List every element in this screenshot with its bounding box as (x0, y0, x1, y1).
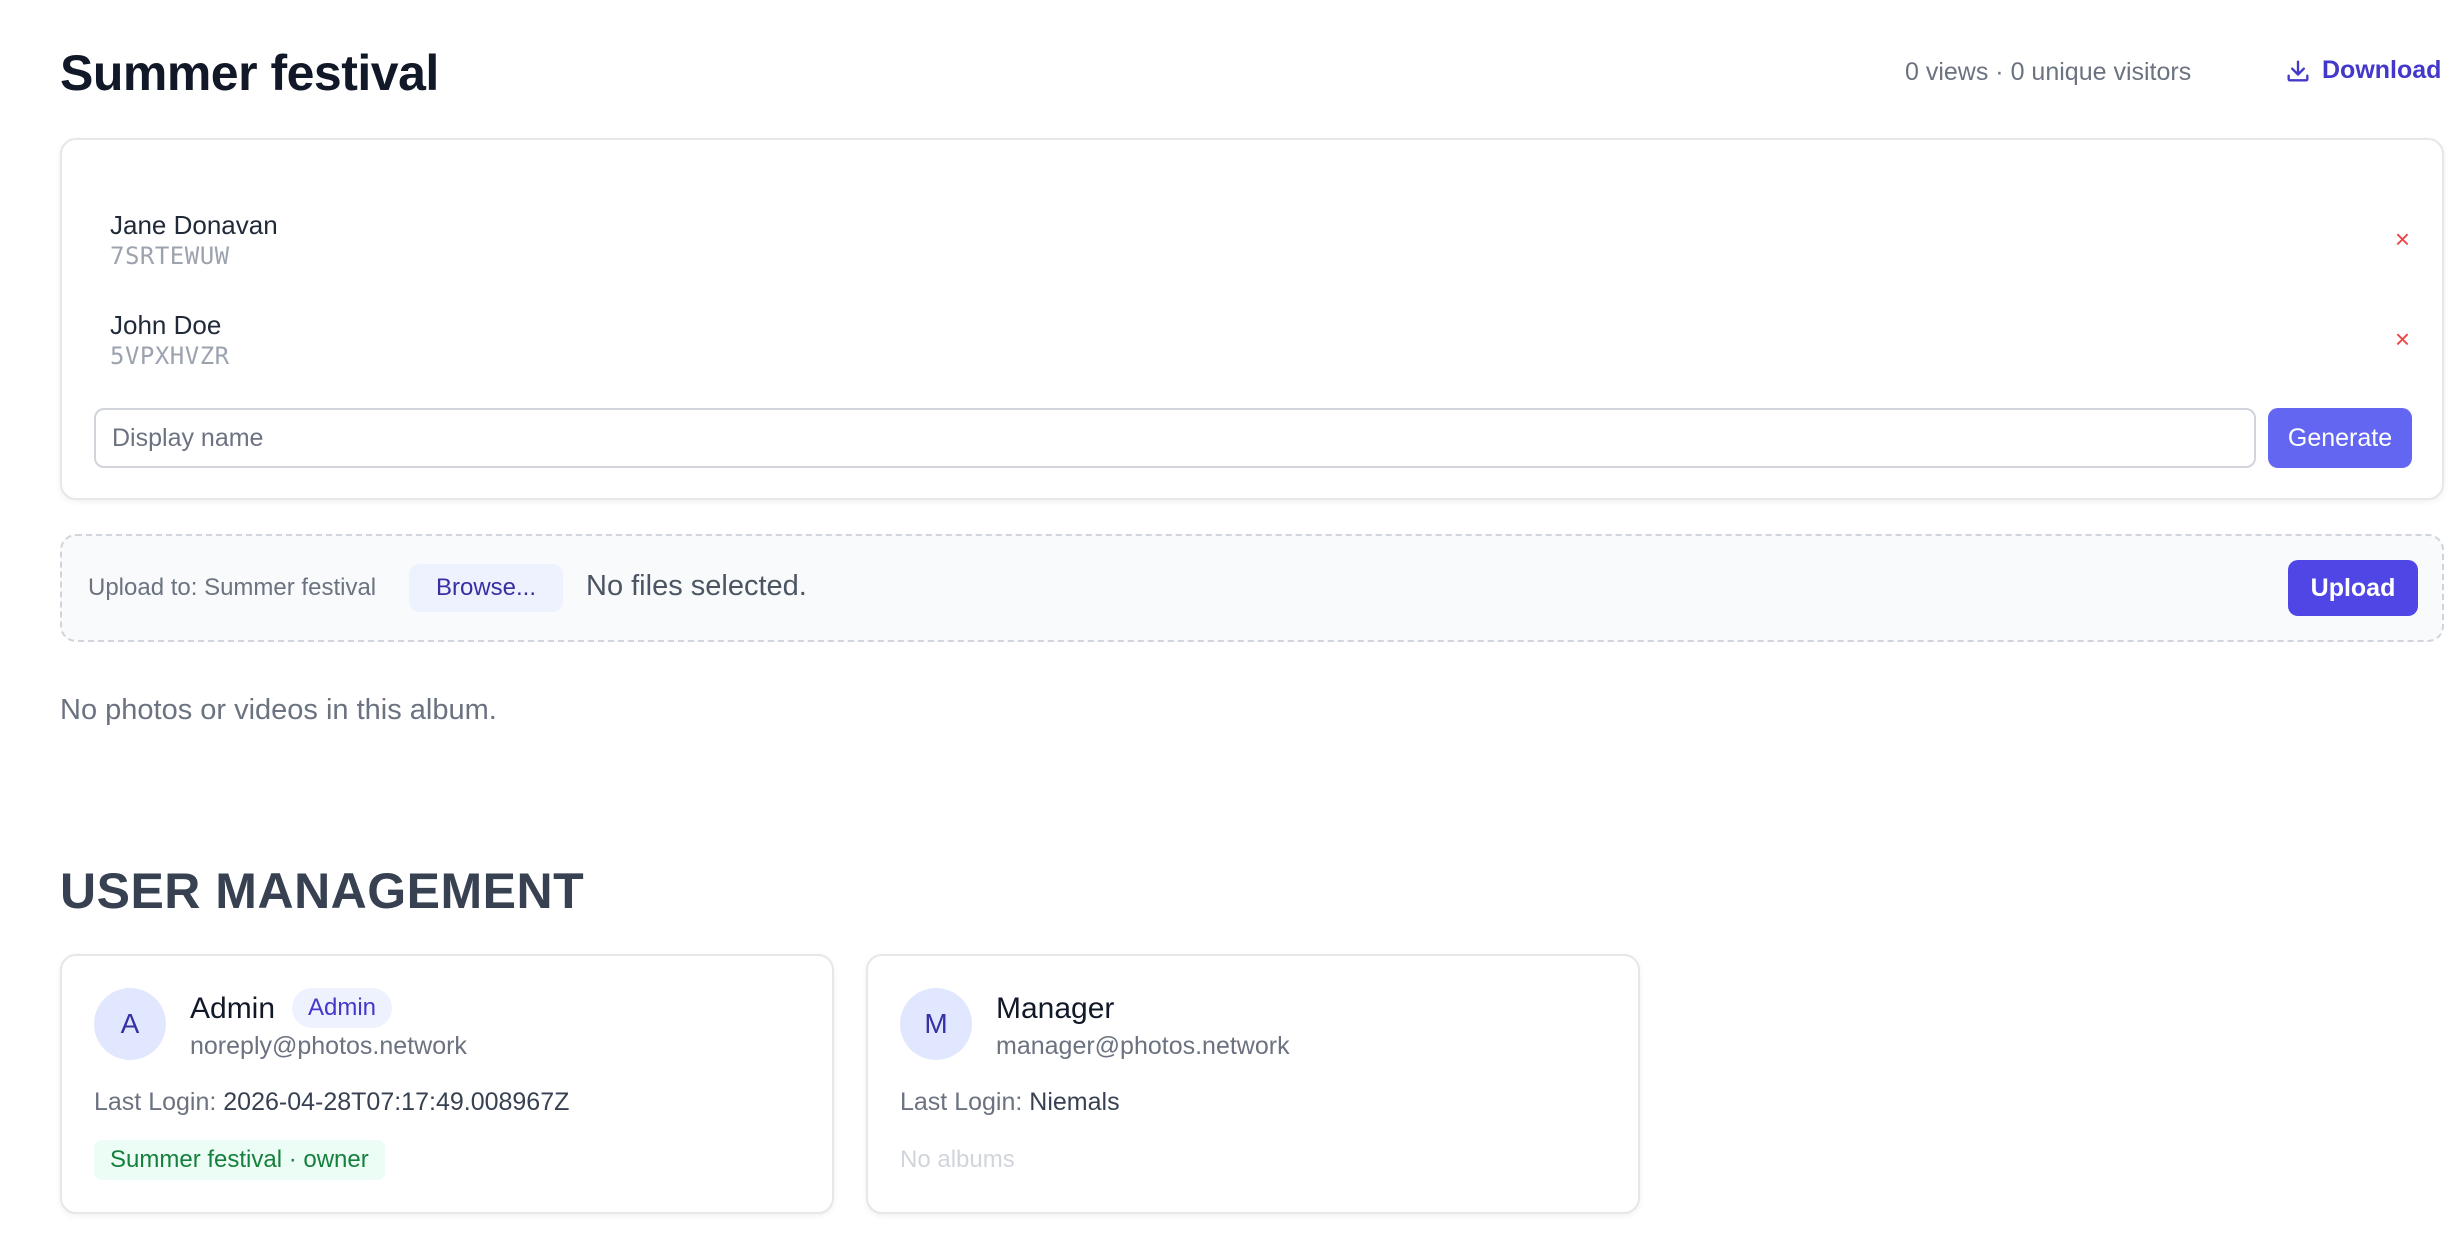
remove-share-button[interactable]: × (2395, 224, 2410, 255)
last-login: Last Login: Niemals (900, 1088, 1120, 1117)
share-code: 5VPXHVZR (110, 342, 230, 370)
upload-target-label: Upload to: Summer festival (88, 574, 377, 601)
last-login: Last Login: 2026-04-28T07:17:49.008967Z (94, 1088, 569, 1117)
user-management-title: USER MANAGEMENT (60, 863, 585, 919)
album-page: Summer festival 0 views · 0 unique visit… (0, 0, 2464, 1248)
empty-album-message: No photos or videos in this album. (60, 694, 497, 726)
share-link-row: John Doe 5VPXHVZR × (110, 310, 2410, 390)
share-person-name: John Doe (110, 310, 222, 340)
album-stats: 0 views · 0 unique visitors (1905, 58, 2192, 86)
generate-button[interactable]: Generate (2268, 408, 2412, 468)
role-badge: Admin (292, 988, 393, 1028)
album-header: Summer festival 0 views · 0 unique visit… (60, 40, 2464, 112)
no-albums-text: No albums (900, 1146, 1015, 1173)
share-link-row: Jane Donavan 7SRTEWUW × (110, 210, 2410, 290)
share-code: 7SRTEWUW (110, 242, 230, 270)
album-title: Summer festival (60, 45, 439, 101)
user-name: Manager (996, 992, 1115, 1025)
upload-dropzone[interactable]: Upload to: Summer festival Browse... No … (60, 534, 2444, 642)
download-label: Download (2322, 56, 2442, 84)
download-link[interactable]: Download (2284, 56, 2441, 85)
user-email: manager@photos.network (996, 1032, 1290, 1060)
avatar: M (900, 988, 972, 1060)
share-person-name: Jane Donavan (110, 210, 278, 240)
last-login-label: Last Login: (900, 1088, 1023, 1116)
share-links-card: Jane Donavan 7SRTEWUW × John Doe 5VPXHVZ… (60, 138, 2444, 500)
user-card-admin: A Admin Admin noreply@photos.network Las… (60, 954, 834, 1214)
last-login-value: Niemals (1029, 1088, 1120, 1116)
file-status: No files selected. (586, 570, 807, 602)
album-membership-chip[interactable]: Summer festival · owner (94, 1140, 385, 1180)
upload-button[interactable]: Upload (2288, 560, 2418, 616)
display-name-input[interactable] (94, 408, 2256, 468)
remove-share-button[interactable]: × (2395, 324, 2410, 355)
last-login-label: Last Login: (94, 1088, 217, 1116)
avatar: A (94, 988, 166, 1060)
browse-button[interactable]: Browse... (409, 564, 563, 612)
last-login-value: 2026-04-28T07:17:49.008967Z (223, 1088, 570, 1116)
user-name: Admin (190, 992, 276, 1025)
download-icon (2287, 60, 2309, 82)
user-card-manager: M Manager manager@photos.network Last Lo… (866, 954, 1640, 1214)
user-email: noreply@photos.network (190, 1032, 467, 1060)
